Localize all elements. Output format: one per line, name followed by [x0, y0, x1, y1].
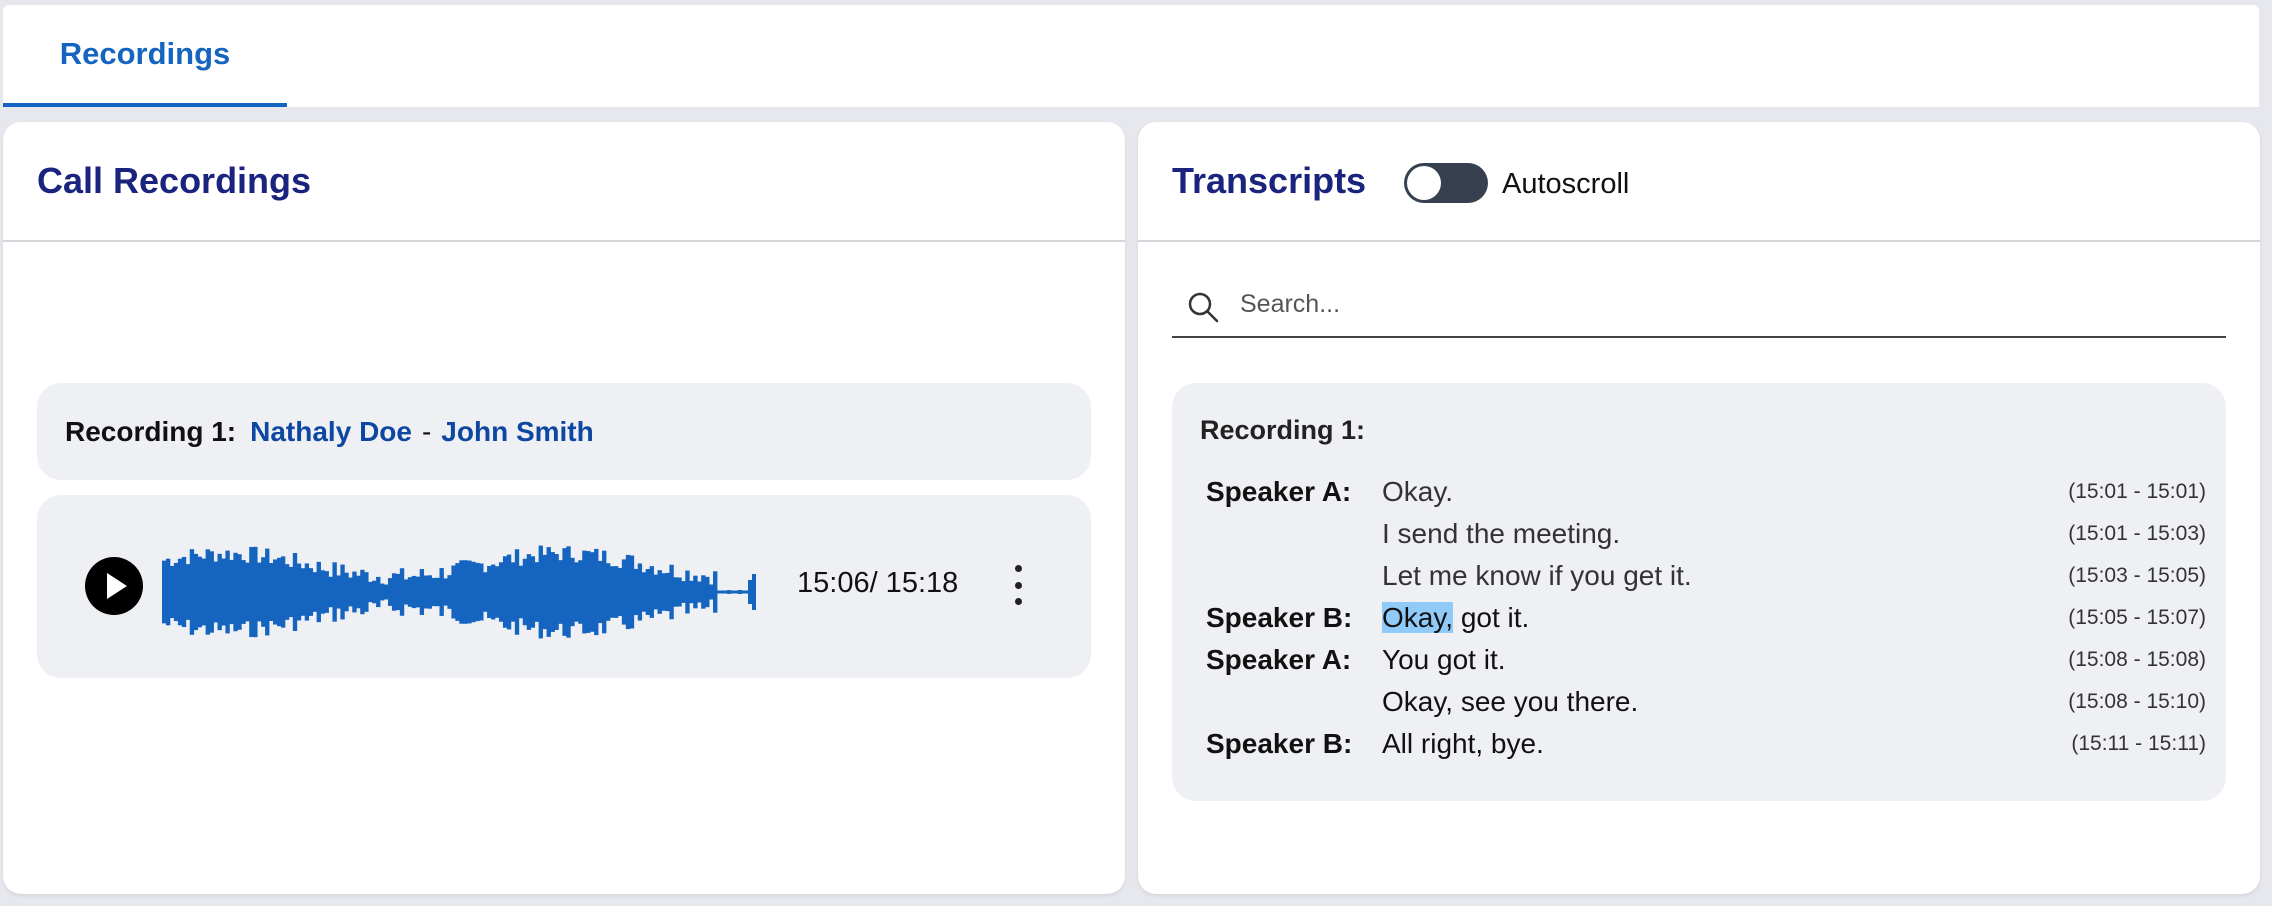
- transcript-line-active[interactable]: Speaker B: Okay, got it. (15:05 - 15:07): [1206, 597, 2206, 639]
- transcript-lines: Speaker A: Okay. (15:01 - 15:01) I send …: [1206, 471, 2206, 765]
- current-word-highlight: Okay,: [1382, 602, 1454, 633]
- recording-title-card: Recording 1: Nathaly Doe - John Smith: [37, 383, 1091, 480]
- autoscroll-label: Autoscroll: [1502, 168, 1630, 200]
- timestamp: (15:08 - 15:08): [2068, 648, 2206, 671]
- transcript-text-rest: got it.: [1453, 602, 1530, 633]
- transcript-line[interactable]: Speaker A: You got it. (15:08 - 15:08): [1206, 639, 2206, 681]
- call-recordings-title: Call Recordings: [37, 160, 312, 201]
- call-recordings-panel: Call Recordings Recording 1: Nathaly Doe…: [3, 122, 1125, 894]
- transcripts-title: Transcripts: [1172, 160, 1367, 201]
- transcript-text: All right, bye.: [1382, 728, 1544, 759]
- transcript-text: Okay, got it.: [1382, 602, 1529, 634]
- transcript-line[interactable]: Speaker A: Okay. (15:01 - 15:01): [1206, 471, 2206, 513]
- audio-player: 15:06/ 15:18: [37, 495, 1091, 678]
- search-icon: [1188, 292, 1219, 323]
- timestamp: (15:05 - 15:07): [2068, 606, 2206, 629]
- play-icon[interactable]: [85, 557, 143, 615]
- toggle-knob: [1407, 166, 1441, 200]
- transcript-text: You got it.: [1382, 644, 1506, 675]
- transcripts-header: Transcripts Autoscroll: [1138, 122, 2260, 242]
- timestamp: (15:01 - 15:01): [2068, 480, 2206, 503]
- speaker-label: Speaker A:: [1206, 476, 1352, 507]
- timestamp: (15:11 - 15:11): [2071, 732, 2206, 755]
- call-recordings-header: Call Recordings: [3, 122, 1125, 242]
- transcript-recording-label: Recording 1:: [1200, 415, 1366, 445]
- speaker-label: Speaker B:: [1206, 728, 1353, 759]
- recording-label: Recording 1:: [65, 415, 237, 447]
- search-input[interactable]: [1240, 278, 2210, 330]
- transcript-line[interactable]: Let me know if you get it. (15:03 - 15:0…: [1206, 555, 2206, 597]
- transcript-line[interactable]: Speaker B: All right, bye. (15:11 - 15:1…: [1206, 723, 2206, 765]
- participant-link-1[interactable]: Nathaly Doe: [250, 416, 412, 448]
- tab-recordings[interactable]: Recordings: [3, 5, 287, 107]
- search-bar: [1172, 270, 2226, 338]
- playback-time: 15:06/ 15:18: [797, 567, 959, 599]
- participant-separator: -: [421, 415, 432, 447]
- waveform[interactable]: [162, 540, 762, 644]
- transcript-text: Okay.: [1382, 476, 1454, 507]
- more-vertical-icon[interactable]: [1003, 559, 1033, 611]
- participant-link-2[interactable]: John Smith: [441, 416, 593, 448]
- transcript-card: Recording 1: Speaker A: Okay. (15:01 - 1…: [1172, 383, 2226, 801]
- timestamp: (15:03 - 15:05): [2068, 564, 2206, 587]
- transcript-text: Okay, see you there.: [1382, 686, 1639, 717]
- timestamp: (15:01 - 15:03): [2068, 522, 2206, 545]
- timestamp: (15:08 - 15:10): [2068, 690, 2206, 713]
- transcript-text: I send the meeting.: [1382, 518, 1621, 549]
- tab-bar: Recordings: [3, 5, 2259, 107]
- transcript-text: Let me know if you get it.: [1382, 560, 1692, 591]
- speaker-label: Speaker A:: [1206, 644, 1352, 675]
- autoscroll-toggle[interactable]: [1404, 163, 1488, 203]
- transcripts-panel: Transcripts Autoscroll Recording 1: Spea…: [1138, 122, 2260, 894]
- transcript-line[interactable]: I send the meeting. (15:01 - 15:03): [1206, 513, 2206, 555]
- speaker-label: Speaker B:: [1206, 602, 1353, 633]
- transcript-line[interactable]: Okay, see you there. (15:08 - 15:10): [1206, 681, 2206, 723]
